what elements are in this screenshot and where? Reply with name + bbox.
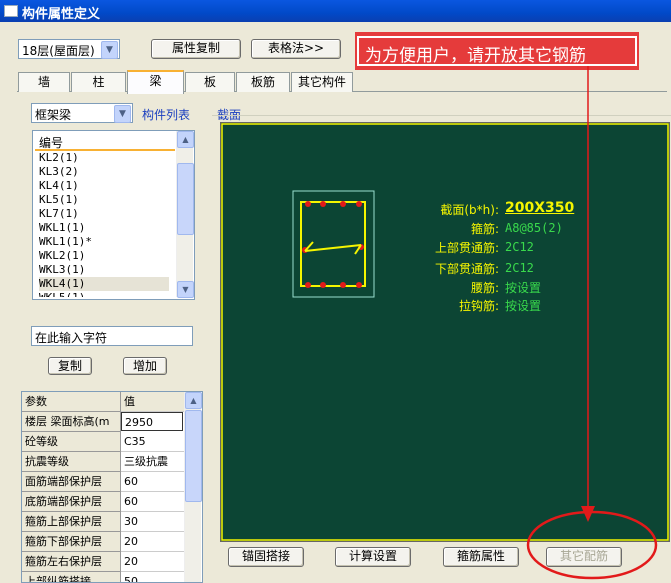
- annotation-overlay: [526, 66, 658, 580]
- annotation-arrow-head: [581, 506, 595, 522]
- annotation-ellipse: [526, 510, 658, 580]
